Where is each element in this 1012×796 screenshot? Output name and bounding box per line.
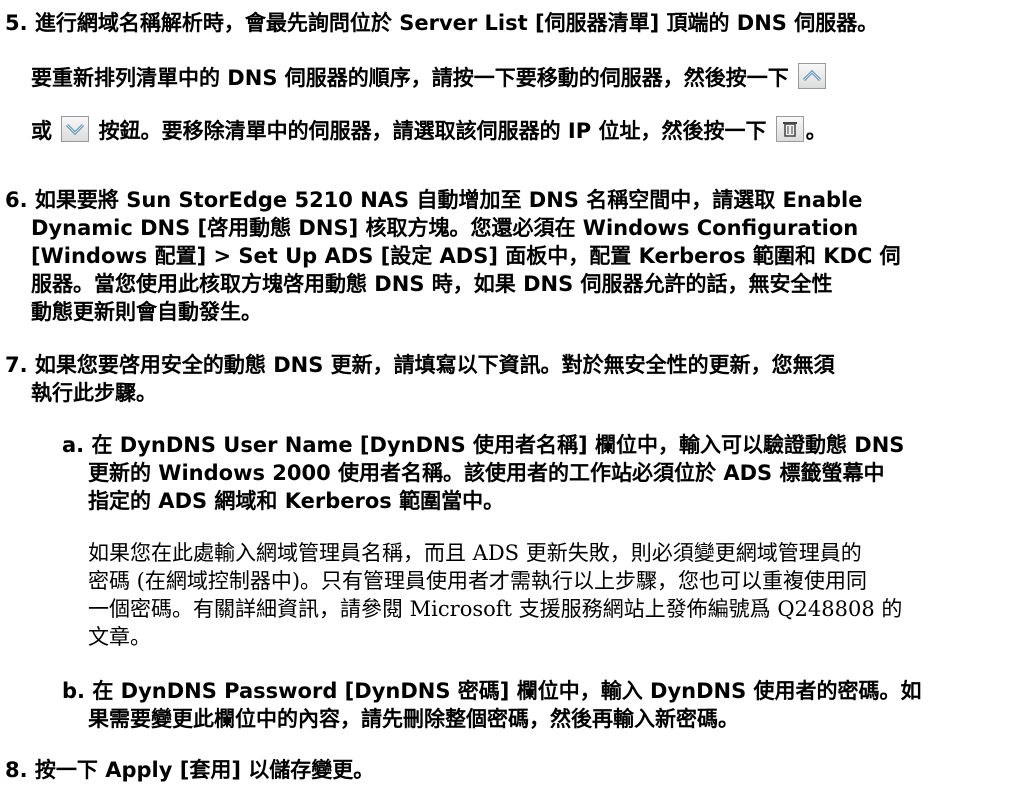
step-7a-para-3: 一個密碼。有關詳細資訊，請參閱 Microsoft 支援服務網站上發佈編號爲 Q…	[88, 597, 903, 621]
step-7a-text-3: 指定的 ADS 網域和 Kerberos 範圍當中。	[88, 489, 505, 513]
step-6-line-1: 6. 如果要將 Sun StorEdge 5210 NAS 自動增加至 DNS …	[5, 185, 863, 215]
step-8-number: 8.	[5, 758, 28, 782]
step-7-text-1: 如果您要啓用安全的動態 DNS 更新，請填寫以下資訊。對於無安全性的更新，您無須	[34, 353, 835, 377]
step-5-number: 5.	[5, 11, 28, 35]
step-8-text-1: 按一下 Apply [套用] 以儲存變更。	[34, 758, 375, 782]
step-7a-text-1: 在 DynDNS User Name [DynDNS 使用者名稱] 欄位中，輸入…	[91, 433, 905, 457]
step-5-text-3a: 或	[31, 119, 52, 143]
step-5-line-2: 要重新排列清單中的 DNS 伺服器的順序，請按一下要移動的伺服器，然後按一下	[31, 63, 828, 93]
step-7a-text-2: 更新的 Windows 2000 使用者名稱。該使用者的工作站必須位於 ADS …	[88, 461, 885, 485]
chevron-up-icon	[798, 63, 827, 89]
step-7a-line-1: a. 在 DynDNS User Name [DynDNS 使用者名稱] 欄位中…	[62, 430, 904, 460]
step-5-line-1: 5. 進行網域名稱解析時，會最先詢問位於 Server List [伺服器清單]…	[5, 8, 878, 38]
step-7a-para-4: 文章。	[88, 625, 151, 649]
trash-icon	[775, 116, 804, 142]
step-7b-text-1: 在 DynDNS Password [DynDNS 密碼] 欄位中，輸入 Dyn…	[92, 679, 922, 703]
step-5-line-3: 或 按鈕。要移除清單中的伺服器，請選取該伺服器的 IP 位址，然後按一下 。	[31, 116, 827, 146]
chevron-down-icon	[61, 116, 90, 142]
step-6-number: 6.	[5, 188, 28, 212]
step-7-line-1: 7. 如果您要啓用安全的動態 DNS 更新，請填寫以下資訊。對於無安全性的更新，…	[5, 350, 835, 380]
step-7a-para-2: 密碼 (在網域控制器中)。只有管理員使用者才需執行以上步驟，您也可以重複使用同	[88, 569, 868, 593]
step-5-text-3b: 按鈕。要移除清單中的伺服器，請選取該伺服器的 IP 位址，然後按一下	[98, 119, 767, 143]
step-7b-label: b.	[62, 679, 86, 703]
step-7-text-2: 執行此步驟。	[31, 381, 157, 405]
step-7a-label: a.	[62, 433, 85, 457]
step-6-text-5: 動態更新則會自動發生。	[31, 300, 262, 324]
step-5-text-1: 進行網域名稱解析時，會最先詢問位於 Server List [伺服器清單] 頂端…	[34, 11, 879, 35]
step-5-text-2: 要重新排列清單中的 DNS 伺服器的順序，請按一下要移動的伺服器，然後按一下	[31, 66, 789, 90]
step-7b-line-1: b. 在 DynDNS Password [DynDNS 密碼] 欄位中，輸入 …	[62, 676, 922, 706]
step-7b-text-2: 果需要變更此欄位中的內容，請先刪除整個密碼，然後再輸入新密碼。	[88, 707, 739, 731]
step-7a-para-1: 如果您在此處輸入網域管理員名稱，而且 ADS 更新失敗，則必須變更網域管理員的	[88, 541, 862, 565]
step-6-text-2: Dynamic DNS [啓用動態 DNS] 核取方塊。您還必須在 Window…	[31, 216, 859, 240]
step-8-line-1: 8. 按一下 Apply [套用] 以儲存變更。	[5, 755, 374, 785]
step-7-number: 7.	[5, 353, 28, 377]
step-6-text-3: [Windows 配置] > Set Up ADS [設定 ADS] 面板中，配…	[31, 244, 901, 268]
step-6-text-4: 服器。當您使用此核取方塊啓用動態 DNS 時，如果 DNS 伺服器允許的話，無安…	[31, 272, 833, 296]
step-5-text-3c: 。	[805, 119, 827, 143]
step-6-text-1: 如果要將 Sun StorEdge 5210 NAS 自動增加至 DNS 名稱空…	[34, 188, 863, 212]
